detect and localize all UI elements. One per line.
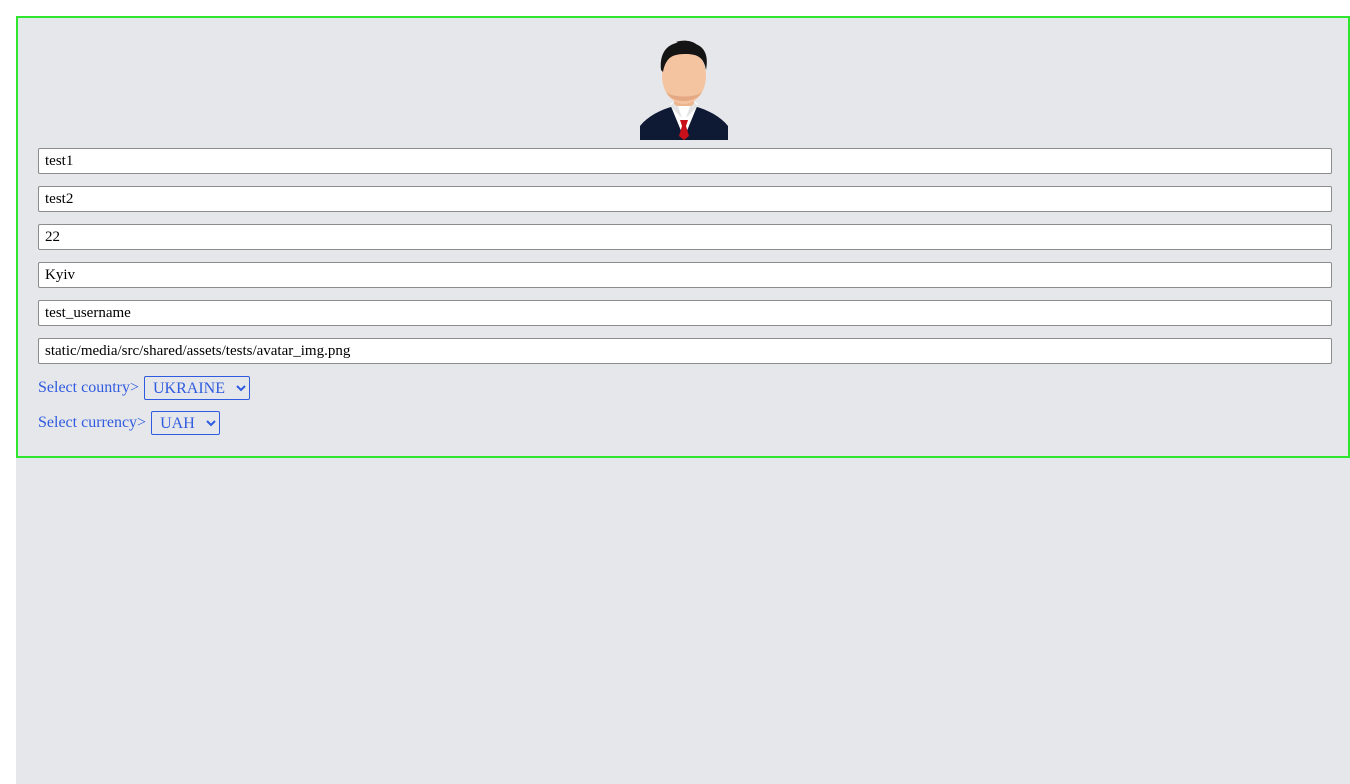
- page-background: Select country> UKRAINE Select currency>…: [16, 16, 1350, 784]
- city-input[interactable]: [38, 262, 1332, 288]
- currency-row: Select currency> UAH: [38, 411, 221, 435]
- lastname-input[interactable]: [38, 186, 1332, 212]
- country-label: Select country>: [38, 379, 139, 396]
- age-input[interactable]: [38, 224, 1332, 250]
- firstname-input[interactable]: [38, 148, 1332, 174]
- currency-select[interactable]: UAH: [151, 411, 221, 435]
- country-row: Select country> UKRAINE: [38, 376, 250, 400]
- avatar-url-input[interactable]: [38, 338, 1332, 364]
- country-select[interactable]: UKRAINE: [144, 376, 250, 400]
- username-input[interactable]: [38, 300, 1332, 326]
- currency-label: Select currency>: [38, 414, 147, 431]
- businessman-avatar-icon: [640, 40, 728, 140]
- profile-card: Select country> UKRAINE Select currency>…: [16, 16, 1350, 458]
